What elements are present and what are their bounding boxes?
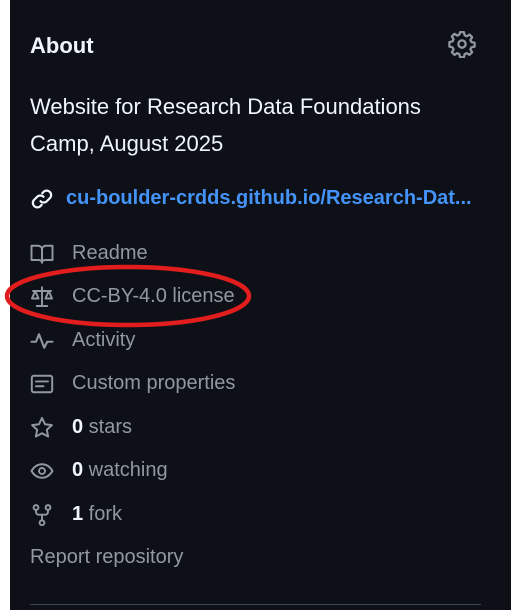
- report-repository-link[interactable]: Report repository: [30, 546, 183, 569]
- forks-label: 1 fork: [72, 503, 122, 526]
- watchers-link[interactable]: 0 watching: [30, 455, 470, 487]
- watchers-label: 0 watching: [72, 459, 168, 482]
- book-icon: [30, 244, 54, 264]
- repo-forked-icon: [32, 504, 52, 527]
- activity-label: Activity: [72, 329, 136, 351]
- star-icon: [31, 416, 53, 438]
- about-sidebar: About Website for Research Data Foundati…: [10, 0, 511, 610]
- note-icon: [30, 374, 54, 394]
- homepage-link[interactable]: cu-boulder-crdds.github.io/Research-Dat.…: [66, 187, 476, 210]
- divider: [30, 604, 481, 605]
- about-header: About: [30, 30, 476, 62]
- watchers-count: 0: [72, 459, 84, 481]
- forks-text: fork: [83, 503, 123, 525]
- watchers-text: watching: [83, 459, 168, 481]
- forks-link[interactable]: 1 fork: [30, 499, 470, 531]
- pulse-icon: [30, 333, 54, 349]
- forks-count: 1: [72, 503, 84, 525]
- stars-label: 0 stars: [72, 416, 132, 439]
- custom-properties-link[interactable]: Custom properties: [30, 368, 470, 400]
- stars-text: stars: [83, 416, 133, 438]
- license-link[interactable]: CC-BY-4.0 license: [30, 281, 470, 313]
- gear-icon[interactable]: [448, 30, 476, 58]
- law-icon: [30, 286, 54, 307]
- license-label: CC-BY-4.0 license: [72, 285, 235, 307]
- repo-description: Website for Research Data Foundations Ca…: [30, 94, 421, 156]
- homepage-link-row[interactable]: cu-boulder-crdds.github.io/Research-Dat.…: [30, 183, 480, 215]
- readme-link[interactable]: Readme: [30, 238, 470, 270]
- link-icon: [31, 189, 53, 209]
- readme-label: Readme: [72, 242, 148, 264]
- stars-count: 0: [72, 416, 84, 438]
- eye-icon: [30, 463, 54, 479]
- about-title: About: [30, 33, 94, 58]
- activity-link[interactable]: Activity: [30, 325, 470, 357]
- stars-link[interactable]: 0 stars: [30, 412, 470, 444]
- custom-properties-label: Custom properties: [72, 372, 236, 394]
